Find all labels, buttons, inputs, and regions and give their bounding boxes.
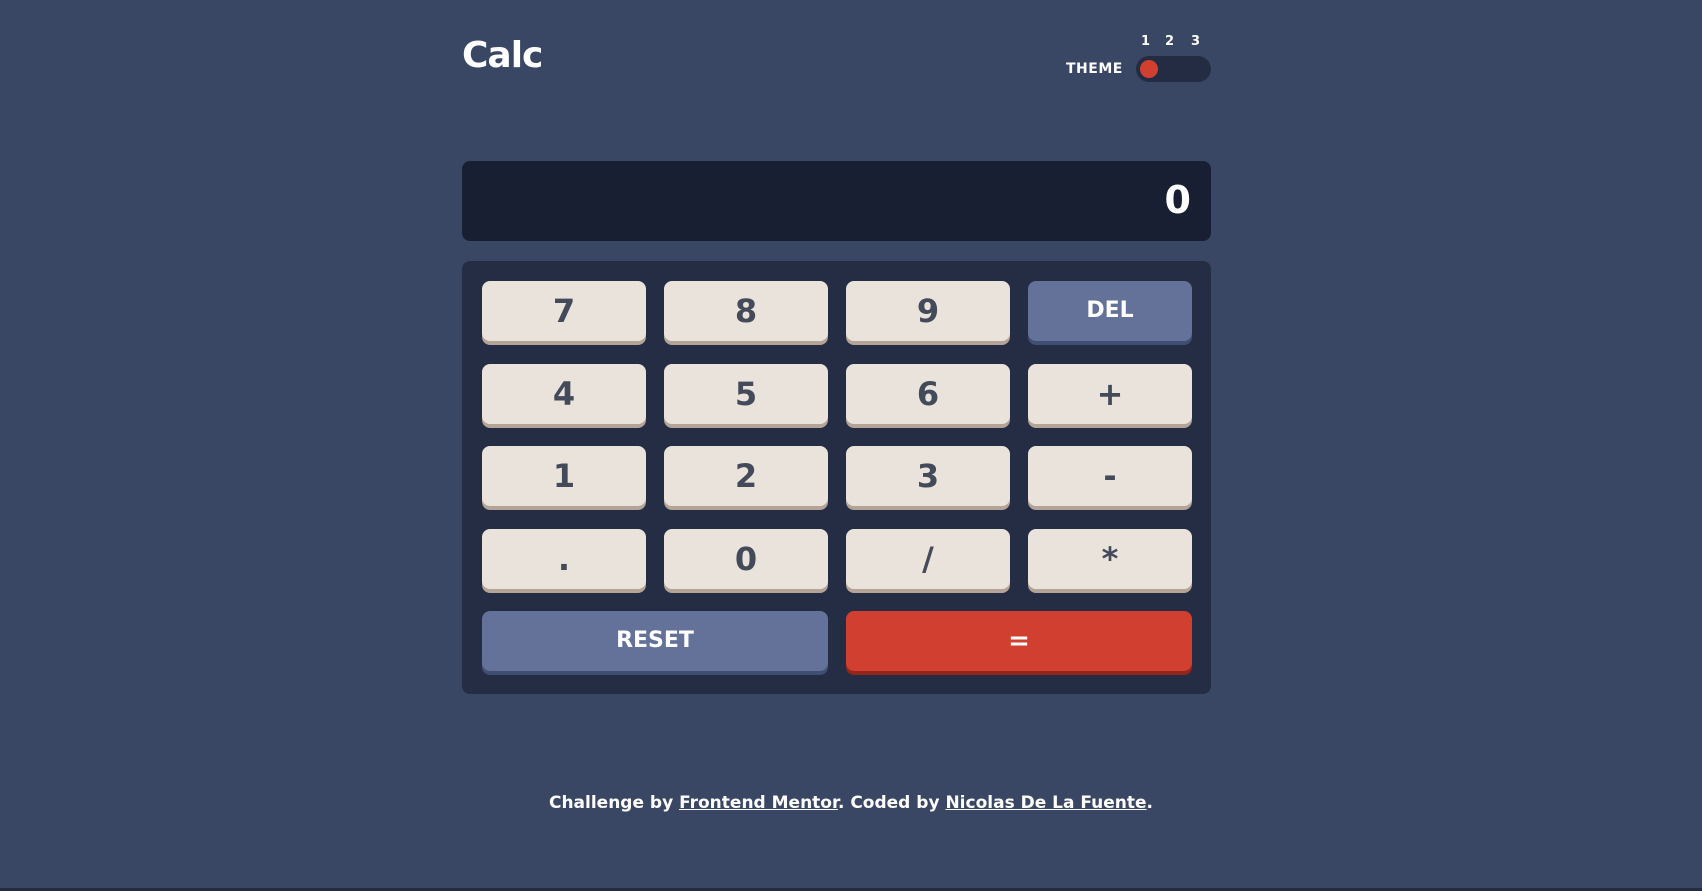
reset-button[interactable]: RESET — [482, 611, 828, 671]
footer-suffix: . — [1146, 793, 1154, 813]
app-logo: Calc — [462, 35, 543, 76]
key-2[interactable]: 2 — [664, 446, 828, 506]
key-8[interactable]: 8 — [664, 281, 828, 341]
key-4[interactable]: 4 — [482, 364, 646, 424]
theme-toggle-knob[interactable] — [1140, 60, 1158, 78]
key-decimal[interactable]: . — [482, 529, 646, 589]
attribution-footer: Challenge by Frontend Mentor. Coded by N… — [0, 792, 1702, 814]
delete-button[interactable]: DEL — [1028, 281, 1192, 341]
key-9[interactable]: 9 — [846, 281, 1010, 341]
display-value: 0 — [1164, 178, 1191, 222]
key-divide[interactable]: / — [846, 529, 1010, 589]
theme-toggle[interactable] — [1136, 56, 1211, 82]
theme-label: THEME — [1066, 61, 1123, 77]
footer-prefix: Challenge by — [548, 793, 680, 813]
footer-middle: . Coded by — [837, 793, 946, 813]
key-6[interactable]: 6 — [846, 364, 1010, 424]
theme-number-2: 2 — [1165, 34, 1175, 49]
author-link[interactable]: Nicolas De La Fuente — [945, 793, 1146, 813]
theme-number-1: 1 — [1141, 34, 1151, 49]
theme-number-3: 3 — [1191, 34, 1201, 49]
keypad: 7 8 9 DEL 4 5 6 + 1 2 3 - . 0 / * RESET … — [462, 261, 1211, 694]
header: Calc 1 2 3 THEME — [462, 28, 1211, 88]
equals-button[interactable]: = — [846, 611, 1192, 671]
frontend-mentor-link[interactable]: Frontend Mentor — [679, 793, 838, 813]
key-7[interactable]: 7 — [482, 281, 646, 341]
key-minus[interactable]: - — [1028, 446, 1192, 506]
key-multiply[interactable]: * — [1028, 529, 1192, 589]
key-1[interactable]: 1 — [482, 446, 646, 506]
key-3[interactable]: 3 — [846, 446, 1010, 506]
key-5[interactable]: 5 — [664, 364, 828, 424]
theme-numbers: 1 2 3 — [1135, 34, 1209, 50]
calculator-display: 0 — [462, 161, 1211, 241]
key-plus[interactable]: + — [1028, 364, 1192, 424]
key-0[interactable]: 0 — [664, 529, 828, 589]
